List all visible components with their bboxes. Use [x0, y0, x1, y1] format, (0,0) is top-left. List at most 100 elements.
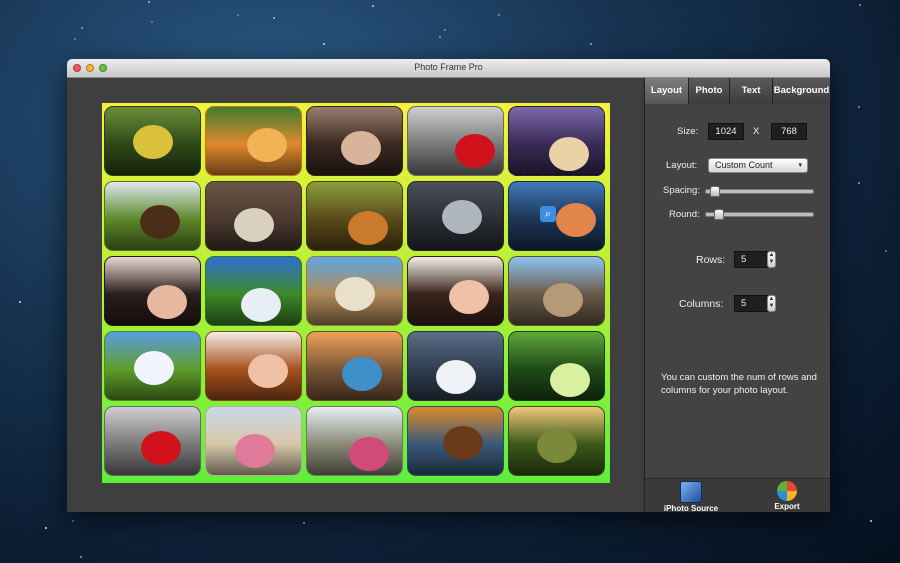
round-slider-knob[interactable]: [713, 209, 724, 220]
star: [372, 4, 375, 7]
star: [885, 250, 888, 252]
export-button[interactable]: Export: [767, 481, 807, 511]
bottom-toolbar: iPhoto Source Export: [645, 478, 830, 512]
star: [147, 0, 150, 3]
height-field[interactable]: 768: [771, 123, 807, 140]
star: [303, 521, 306, 524]
photo-sky: [509, 107, 604, 145]
photo-cell-rural-road[interactable]: [508, 406, 605, 476]
photo-subject: [235, 434, 275, 468]
star: [857, 182, 860, 185]
star: [322, 43, 325, 46]
title-bar: Photo Frame Pro: [67, 59, 830, 78]
photo-cell-wooden-pier[interactable]: [306, 331, 403, 401]
tab-photo[interactable]: Photo: [689, 78, 730, 104]
photo-cell-fantasy-art[interactable]: [508, 106, 605, 176]
star: [869, 519, 872, 522]
photo-cell-autumn-reflection[interactable]: [407, 406, 504, 476]
size-label: Size:: [677, 126, 699, 137]
photo-cell-white-bird[interactable]: [407, 331, 504, 401]
photo-sky: [307, 407, 402, 445]
settings-panel: Layout Photo Text Background Size: 1024 …: [644, 78, 830, 512]
photo-subject: [550, 363, 590, 397]
zoom-magnifier-icon[interactable]: ⌕: [540, 206, 556, 222]
star: [590, 42, 593, 45]
iphoto-source-button[interactable]: iPhoto Source: [661, 481, 721, 512]
round-label: Round:: [669, 209, 700, 220]
width-field[interactable]: 1024: [708, 123, 744, 140]
window-title: Photo Frame Pro: [414, 62, 483, 72]
star: [497, 13, 500, 16]
photo-cell-silver-sports-car[interactable]: [407, 181, 504, 251]
photo-subject: [349, 437, 389, 471]
photo-subject: [335, 277, 375, 311]
photo-subject: [449, 280, 489, 314]
photo-cell-girl-portrait[interactable]: [104, 256, 201, 326]
photo-subject: [543, 283, 583, 317]
star: [858, 106, 861, 109]
photo-subject: [140, 205, 180, 239]
photo-sky: [509, 332, 604, 370]
canvas-area: ⌕: [67, 78, 642, 512]
photo-subject: [133, 125, 173, 159]
photo-subject: [549, 137, 589, 171]
app-window: Photo Frame Pro ⌕ Layout Photo Text Back…: [67, 59, 830, 512]
rows-stepper[interactable]: ▲ ▼: [767, 251, 776, 268]
star: [237, 13, 240, 16]
photo-cell-girl-lying-down[interactable]: [407, 256, 504, 326]
photo-subject: [234, 208, 274, 242]
rows-label: Rows:: [696, 254, 726, 266]
photo-cell-castle-bridge[interactable]: [508, 256, 605, 326]
photo-cell-kids-at-beach[interactable]: [205, 406, 302, 476]
iphoto-icon: [680, 481, 702, 503]
spacing-slider[interactable]: [705, 189, 814, 194]
photo-cell-mountain-meadow[interactable]: [205, 256, 302, 326]
tab-text[interactable]: Text: [730, 78, 773, 104]
photo-subject: [442, 200, 482, 234]
photo-cell-green-hills[interactable]: [104, 331, 201, 401]
star: [443, 29, 446, 32]
star: [80, 26, 83, 29]
photo-subject: [341, 131, 381, 165]
photo-subject: [436, 360, 476, 394]
size-separator: X: [753, 126, 760, 137]
photo-subject: [241, 288, 281, 322]
star: [74, 38, 77, 41]
star: [438, 35, 441, 38]
export-icon: [777, 481, 797, 501]
star: [151, 20, 154, 23]
star: [71, 519, 74, 522]
photo-cell-bamboo-forest[interactable]: [508, 331, 605, 401]
star: [273, 16, 276, 19]
star: [44, 526, 47, 529]
photo-cell-orange-kitten[interactable]: [205, 106, 302, 176]
photo-cell-girl-in-flowers[interactable]: [104, 106, 201, 176]
photo-cell-red-sports-car[interactable]: [407, 106, 504, 176]
layout-hint-text: You can custom the num of rows and colum…: [661, 372, 817, 396]
columns-label: Columns:: [679, 298, 724, 310]
photo-cell-autumn-forest-path[interactable]: [306, 181, 403, 251]
export-label: Export: [774, 502, 800, 511]
layout-label: Layout:: [666, 160, 698, 171]
photo-subject: [537, 429, 577, 463]
photo-collage-board[interactable]: ⌕: [102, 103, 610, 483]
photo-cell-wooden-table-cup[interactable]: [205, 181, 302, 251]
photo-cell-turkey[interactable]: [104, 181, 201, 251]
spacing-slider-knob[interactable]: [709, 186, 720, 197]
photo-cell-kids-at-statue[interactable]: [306, 406, 403, 476]
photo-cell-beach-rocks[interactable]: [306, 256, 403, 326]
photo-cell-red-sports-car[interactable]: [104, 406, 201, 476]
tab-background[interactable]: Background: [773, 78, 830, 104]
tab-layout[interactable]: Layout: [645, 78, 689, 104]
photo-subject: [134, 351, 174, 385]
layout-select-value: Custom Count: [715, 160, 773, 170]
photo-cell-woman-portrait[interactable]: [306, 106, 403, 176]
star: [858, 3, 861, 6]
iphoto-source-label: iPhoto Source: [663, 504, 719, 512]
photo-cell-lake-sunset[interactable]: [508, 181, 605, 251]
photo-cell-girl-smiling[interactable]: [205, 331, 302, 401]
photo-subject: [247, 128, 287, 162]
spacing-label: Spacing:: [663, 185, 700, 196]
columns-stepper[interactable]: ▲ ▼: [767, 295, 776, 312]
layout-select[interactable]: Custom Count ▾: [708, 158, 808, 173]
